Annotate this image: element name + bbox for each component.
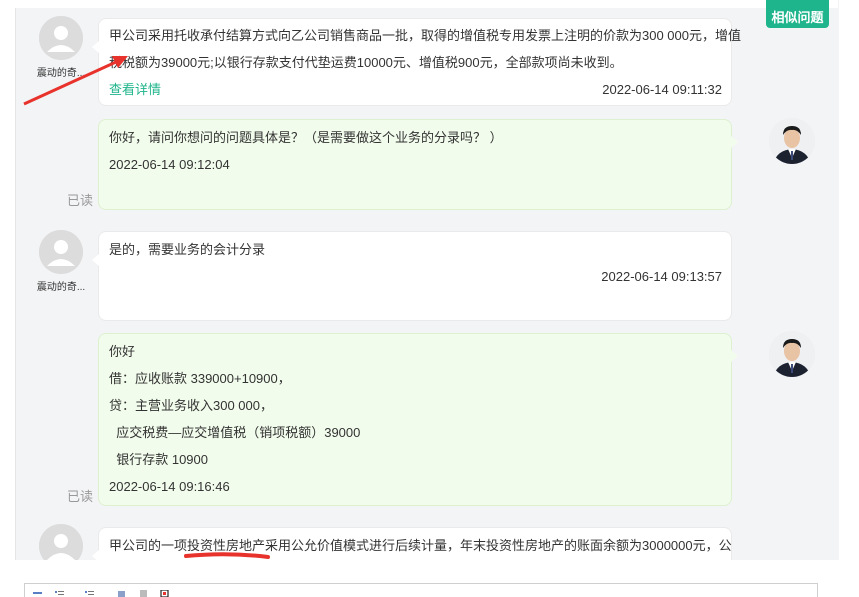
annotation-overlay [23,56,270,559]
red-underline-annotation [184,552,270,559]
red-arrow-annotation [23,56,128,106]
